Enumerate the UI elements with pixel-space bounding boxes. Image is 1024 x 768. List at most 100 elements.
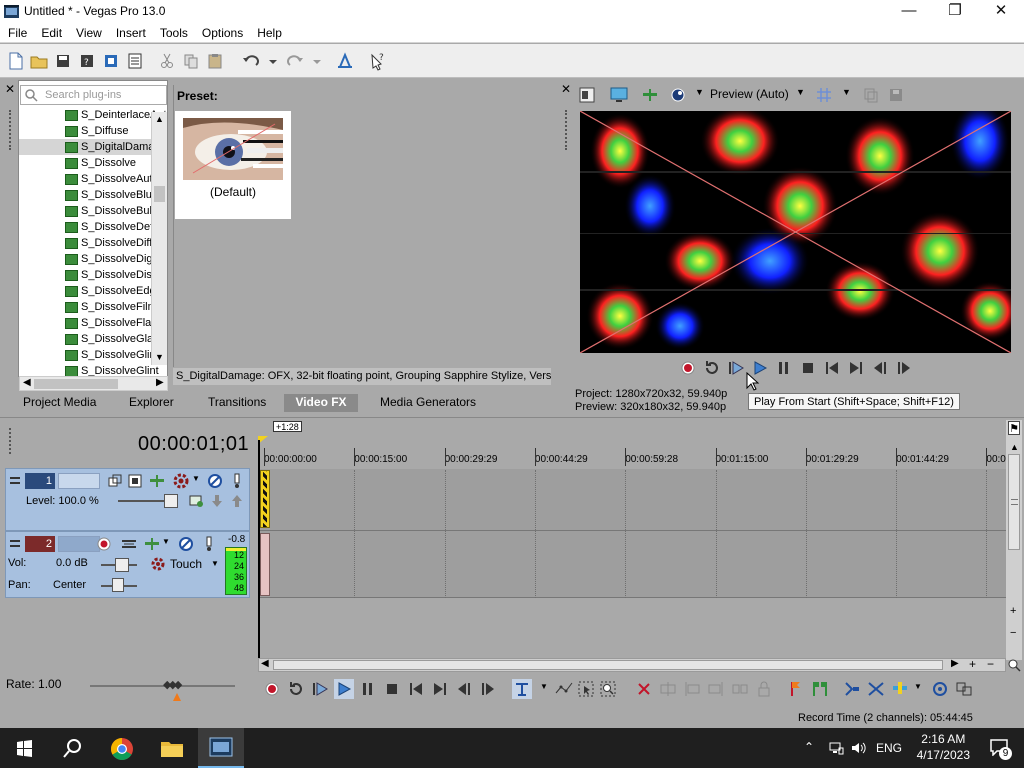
tl-go-to-end-icon[interactable] [430,679,450,699]
menu-file[interactable]: File [1,23,34,43]
properties-icon[interactable] [124,50,146,72]
trim-start-icon[interactable] [682,679,702,699]
split-icon[interactable] [730,679,750,699]
scroll-left-icon[interactable]: ◀ [23,377,31,388]
next-frame-icon[interactable] [894,358,914,378]
tl-next-frame-icon[interactable] [478,679,498,699]
external-monitor-icon[interactable] [610,87,628,103]
marker-bar[interactable] [258,420,1006,432]
audio-track-minimize-icon[interactable] [9,537,21,551]
volume-icon[interactable] [850,740,866,756]
timeline-vertical-scrollbar[interactable]: ⚑ ▲ + − [1006,420,1022,660]
overlays-grid-icon[interactable] [816,87,832,103]
tree-vertical-scrollbar[interactable]: ▲ ▼ [151,112,167,365]
time-ruler[interactable]: 00:00:00:00 00:00:15:00 00:00:29:29 00:00:4… [258,446,1006,468]
preview-video-frame[interactable] [580,111,1011,353]
enable-snapping-icon[interactable] [334,50,356,72]
preview-properties-icon[interactable] [579,87,595,103]
preset-default-tile[interactable] [175,111,291,219]
h-scroll-right-icon[interactable]: ▶ [951,658,959,669]
scroll-thumb[interactable] [154,186,165,202]
insert-region-icon[interactable] [810,679,830,699]
scroll-up-icon[interactable]: ▲ [155,114,164,124]
tl-go-to-start-icon[interactable] [406,679,426,699]
plugin-tree-item[interactable]: S_DissolveFlash [19,315,167,331]
plugin-tree-item[interactable]: S_DissolveDiffuse [19,235,167,251]
audio-track-lane[interactable] [258,531,1006,598]
plugin-tree-item[interactable]: S_DissolveAutoPaint [19,171,167,187]
tl-loop-icon[interactable] [286,679,306,699]
plugin-tree-item[interactable]: S_DissolveBubble [19,203,167,219]
plugin-tree-item[interactable]: S_Diffuse [19,123,167,139]
cut-icon[interactable] [156,50,178,72]
trim-end-icon[interactable] [706,679,726,699]
invert-phase-icon[interactable] [121,536,137,552]
tl-previous-frame-icon[interactable] [454,679,474,699]
chrome-icon[interactable] [102,732,142,766]
maximize-button[interactable]: ❐ [932,0,978,23]
redo-dropdown-icon[interactable] [306,50,321,72]
tab-video-fx[interactable]: Video FX [284,394,358,412]
parent-composite-icon[interactable] [127,473,143,489]
track-fx-gear-icon[interactable] [172,472,190,490]
loop-playback-icon[interactable] [702,358,722,378]
plugin-tree-item[interactable]: S_DissolveGlint [19,347,167,363]
tl-pause-icon[interactable] [358,679,378,699]
close-panel-icon[interactable]: ✕ [5,83,15,95]
audio-mute-icon[interactable] [178,536,194,552]
track-motion-icon[interactable] [107,473,123,489]
close-button[interactable]: ✕ [978,0,1024,23]
tl-stop-icon[interactable] [382,679,402,699]
rate-slider-handle[interactable]: ◆◆◆ [163,678,189,692]
go-to-end-icon[interactable] [846,358,866,378]
edit-tool-dropdown-icon[interactable]: ▼ [540,682,548,691]
play-from-start-icon[interactable] [726,358,746,378]
timeline-grip[interactable] [9,428,12,454]
volume-slider-handle[interactable] [115,558,129,572]
envelope-tool-icon[interactable] [554,679,574,699]
open-folder-icon[interactable] [28,50,50,72]
menu-help[interactable]: Help [250,23,289,43]
menu-edit[interactable]: Edit [34,23,69,43]
video-event-clip[interactable] [260,470,270,528]
h-scroll-left-icon[interactable]: ◀ [261,658,269,669]
audio-fx-icon[interactable] [144,536,160,552]
snapping-dropdown-icon[interactable]: ▼ [914,682,922,691]
level-slider-handle[interactable] [164,494,178,508]
plugin-tree-item[interactable]: S_DissolveDigital [19,251,167,267]
copy-snapshot-icon[interactable] [863,87,879,103]
audio-track-name[interactable] [58,536,100,552]
solo-icon[interactable] [232,473,242,489]
plugin-tree-item[interactable]: S_DissolveFilm [19,299,167,315]
timeline-horizontal-scrollbar[interactable]: ◀ ▶ + − [258,657,1006,672]
tl-play-icon[interactable] [334,679,354,699]
vegas-taskbar-button[interactable] [198,728,244,768]
zoom-in-vertical-icon[interactable]: + [1010,605,1016,617]
tab-transitions[interactable]: Transitions [200,394,274,412]
tree-horizontal-scrollbar[interactable]: ◀ ▶ [19,376,168,391]
track-minimize-icon[interactable] [9,474,21,488]
scroll-right-icon[interactable]: ▶ [156,377,164,388]
track-fx-icon[interactable] [189,493,205,509]
insert-marker-icon[interactable] [786,679,806,699]
network-icon[interactable] [828,740,844,756]
zoom-out-vertical-icon[interactable]: − [1010,627,1016,639]
lock-envelopes-icon[interactable] [930,679,950,699]
audio-fx-dropdown-icon[interactable]: ▼ [162,537,170,546]
menu-options[interactable]: Options [195,23,250,43]
save-snapshot-icon[interactable] [888,87,904,103]
paste-icon[interactable] [204,50,226,72]
menu-insert[interactable]: Insert [109,23,153,43]
file-explorer-icon[interactable] [152,732,192,766]
plugin-tree-item[interactable]: S_Dissolve [19,155,167,171]
move-up-icon[interactable] [230,493,244,509]
marker-flag-icon[interactable]: ⚑ [1008,421,1020,435]
tab-media-generators[interactable]: Media Generators [372,394,484,412]
timeline-h-scroll-thumb[interactable] [273,660,943,670]
save-icon[interactable] [52,50,74,72]
timeline-cursor[interactable] [258,440,260,660]
input-language[interactable]: ENG [876,741,902,755]
quality-dropdown-icon[interactable]: ▼ [796,87,805,97]
zoom-edit-tool-icon[interactable] [598,679,618,699]
lock-icon[interactable] [754,679,774,699]
